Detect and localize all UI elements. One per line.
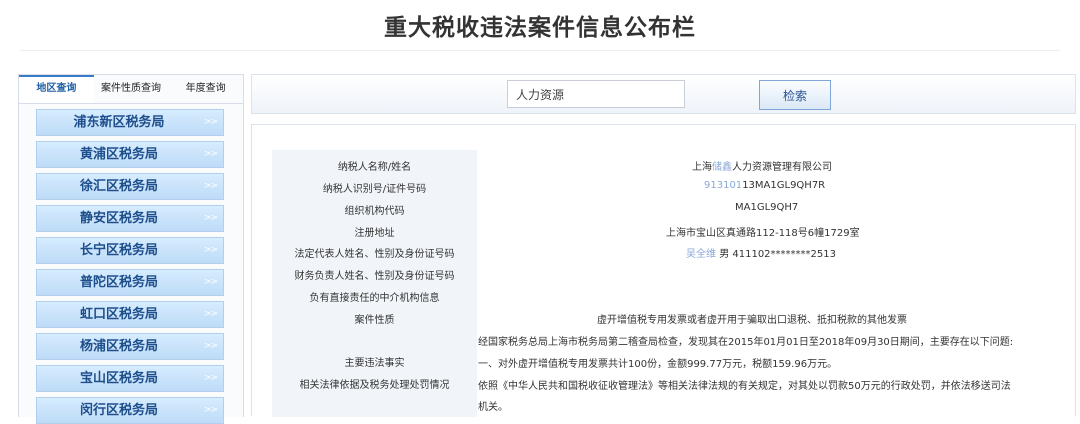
value-penalty-line1: 依照《中华人民共和国税收征收管理法》等相关法律法规的有关规定，对其处以罚款50万… bbox=[478, 381, 1011, 392]
bureau-item-jingan[interactable]: 静安区税务局 >> bbox=[36, 205, 224, 232]
search-input[interactable] bbox=[507, 80, 685, 108]
value-legal-rep: 吴全维 男 411102********2513 bbox=[686, 249, 836, 260]
double-chevron-right-icon: >> bbox=[203, 277, 218, 287]
bureau-label: 徐汇区税务局 bbox=[79, 179, 158, 194]
bureau-label: 闵行区税务局 bbox=[79, 403, 158, 418]
double-chevron-right-icon: >> bbox=[203, 341, 218, 351]
bureau-label: 长宁区税务局 bbox=[79, 243, 158, 258]
bureau-label: 静安区税务局 bbox=[79, 211, 158, 226]
bureau-label: 虹口区税务局 bbox=[79, 307, 158, 322]
value-main-facts-line1: 经国家税务总局上海市税务局第二稽查局检查，发现其在2015年01月01日至201… bbox=[478, 337, 1014, 348]
double-chevron-right-icon: >> bbox=[203, 149, 218, 159]
bureau-label: 普陀区税务局 bbox=[79, 275, 158, 290]
tab-case-nature-query[interactable]: 案件性质查询 bbox=[94, 75, 169, 103]
bureau-item-xuhui[interactable]: 徐汇区税务局 >> bbox=[36, 173, 224, 200]
bureau-label: 宝山区税务局 bbox=[79, 371, 158, 386]
query-tabs: 地区查询 案件性质查询 年度查询 bbox=[19, 75, 243, 104]
double-chevron-right-icon: >> bbox=[203, 213, 218, 223]
label-taxpayer-name: 纳税人名称/姓名 bbox=[337, 162, 412, 173]
label-penalty: 相关法律依据及税务处理处罚情况 bbox=[299, 380, 450, 391]
title-divider bbox=[20, 50, 1060, 51]
label-case-nature: 案件性质 bbox=[354, 315, 395, 326]
bureau-item-baoshan[interactable]: 宝山区税务局 >> bbox=[36, 365, 224, 392]
value-taxpayer-id: 91310113MA1GL9QH7R bbox=[704, 180, 826, 191]
case-detail-panel: 纳税人名称/姓名 纳税人识别号/证件号码 组织机构代码 注册地址 法定代表人姓名… bbox=[251, 124, 1076, 417]
page-title: 重大税收违法案件信息公布栏 bbox=[384, 15, 696, 41]
bureau-item-huangpu[interactable]: 黄浦区税务局 >> bbox=[36, 141, 224, 168]
double-chevron-right-icon: >> bbox=[203, 181, 218, 191]
search-bar: 检索 bbox=[251, 74, 1076, 114]
label-legal-rep: 法定代表人姓名、性别及身份证号码 bbox=[294, 249, 455, 260]
value-reg-address: 上海市宝山区真通路112-118号6幢1729室 bbox=[666, 228, 860, 239]
bureau-item-putuo[interactable]: 普陀区税务局 >> bbox=[36, 269, 224, 296]
value-case-nature: 虚开增值税专用发票或者虚开用于骗取出口退税、抵扣税款的其他发票 bbox=[597, 315, 907, 326]
bureau-label: 杨浦区税务局 bbox=[79, 339, 158, 354]
value-main-facts-line2: 一、对外虚开增值税专用发票共计100份，金额999.77万元，税额159.96万… bbox=[478, 359, 838, 370]
field-label-column: 纳税人名称/姓名 纳税人识别号/证件号码 组织机构代码 注册地址 法定代表人姓名… bbox=[272, 150, 477, 417]
double-chevron-right-icon: >> bbox=[203, 309, 218, 319]
double-chevron-right-icon: >> bbox=[203, 373, 218, 383]
label-reg-address: 注册地址 bbox=[354, 228, 395, 239]
tab-region-query[interactable]: 地区查询 bbox=[19, 75, 94, 103]
double-chevron-right-icon: >> bbox=[203, 245, 218, 255]
value-taxpayer-name: 上海储鑫人力资源管理有限公司 bbox=[692, 162, 832, 173]
double-chevron-right-icon: >> bbox=[203, 405, 218, 415]
tab-year-query[interactable]: 年度查询 bbox=[168, 75, 243, 103]
label-intermediary: 负有直接责任的中介机构信息 bbox=[309, 293, 440, 304]
bureau-label: 浦东新区税务局 bbox=[73, 115, 165, 130]
bureau-item-pudong[interactable]: 浦东新区税务局 >> bbox=[36, 109, 224, 136]
label-main-facts: 主要违法事实 bbox=[344, 358, 405, 369]
region-panel: 地区查询 案件性质查询 年度查询 浦东新区税务局 >> 黄浦区税务局 >> 徐汇… bbox=[18, 74, 244, 424]
bureau-label: 黄浦区税务局 bbox=[79, 147, 158, 162]
search-button[interactable]: 检索 bbox=[759, 80, 831, 110]
label-finance-head: 财务负责人姓名、性别及身份证号码 bbox=[294, 271, 455, 282]
double-chevron-right-icon: >> bbox=[203, 117, 218, 127]
label-org-code: 组织机构代码 bbox=[344, 206, 405, 217]
label-taxpayer-id: 纳税人识别号/证件号码 bbox=[322, 184, 427, 195]
bureau-item-changning[interactable]: 长宁区税务局 >> bbox=[36, 237, 224, 264]
bureau-item-minhang[interactable]: 闵行区税务局 >> bbox=[36, 397, 224, 424]
value-org-code: MA1GL9QH7 bbox=[735, 202, 799, 213]
value-penalty-line2: 机关。 bbox=[478, 402, 508, 413]
bureau-item-yangpu[interactable]: 杨浦区税务局 >> bbox=[36, 333, 224, 360]
bureau-list: 浦东新区税务局 >> 黄浦区税务局 >> 徐汇区税务局 >> 静安区税务局 >>… bbox=[19, 104, 243, 424]
bureau-item-hongkou[interactable]: 虹口区税务局 >> bbox=[36, 301, 224, 328]
